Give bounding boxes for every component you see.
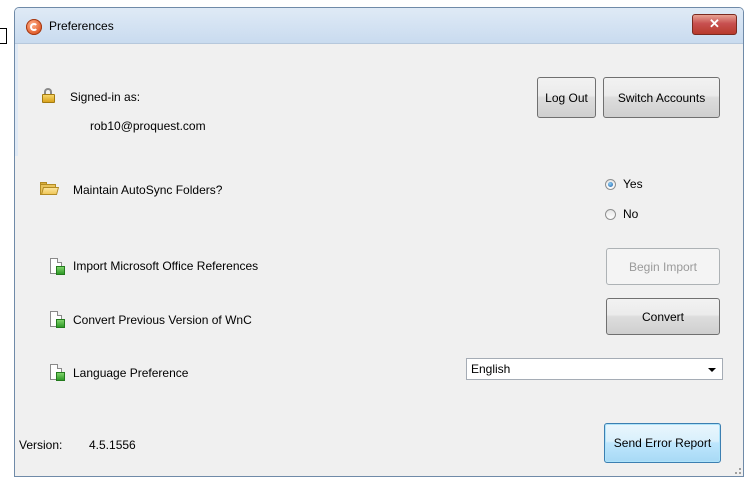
autosync-label: Maintain AutoSync Folders? — [73, 183, 223, 197]
language-select-value: English — [471, 362, 511, 376]
language-select[interactable]: English — [466, 358, 723, 380]
document-icon — [49, 364, 65, 382]
autosync-no-radio[interactable] — [605, 209, 616, 220]
folder-icon — [40, 182, 60, 196]
document-icon — [49, 258, 65, 276]
version-value: 4.5.1556 — [89, 438, 136, 452]
switch-accounts-button[interactable]: Switch Accounts — [603, 77, 720, 118]
send-error-report-button[interactable]: Send Error Report — [604, 423, 721, 463]
close-button[interactable]: ✕ — [692, 14, 737, 35]
convert-button[interactable]: Convert — [606, 298, 720, 335]
autosync-no-label[interactable]: No — [623, 207, 638, 221]
external-bracket-marker — [0, 28, 7, 44]
window-title: Preferences — [49, 19, 114, 33]
autosync-yes-label[interactable]: Yes — [623, 177, 643, 191]
preferences-window: Preferences ✕ Signed-in as: rob10@proque… — [14, 7, 744, 477]
signed-in-email: rob10@proquest.com — [90, 119, 206, 133]
signed-in-label: Signed-in as: — [70, 90, 141, 104]
begin-import-button[interactable]: Begin Import — [606, 248, 720, 285]
title-bar[interactable]: Preferences ✕ — [15, 8, 743, 44]
left-accent-strip — [15, 44, 18, 156]
log-out-button[interactable]: Log Out — [537, 77, 596, 118]
document-icon — [49, 311, 65, 329]
version-label: Version: — [19, 438, 63, 452]
app-logo-icon — [26, 19, 42, 35]
lock-icon — [41, 88, 57, 104]
convert-version-label: Convert Previous Version of WnC — [73, 313, 252, 327]
import-references-label: Import Microsoft Office References — [73, 259, 259, 273]
language-preference-label: Language Preference — [73, 366, 189, 380]
resize-grip-icon[interactable] — [731, 464, 741, 474]
chevron-down-icon[interactable] — [708, 368, 716, 372]
autosync-yes-radio[interactable] — [605, 179, 616, 190]
